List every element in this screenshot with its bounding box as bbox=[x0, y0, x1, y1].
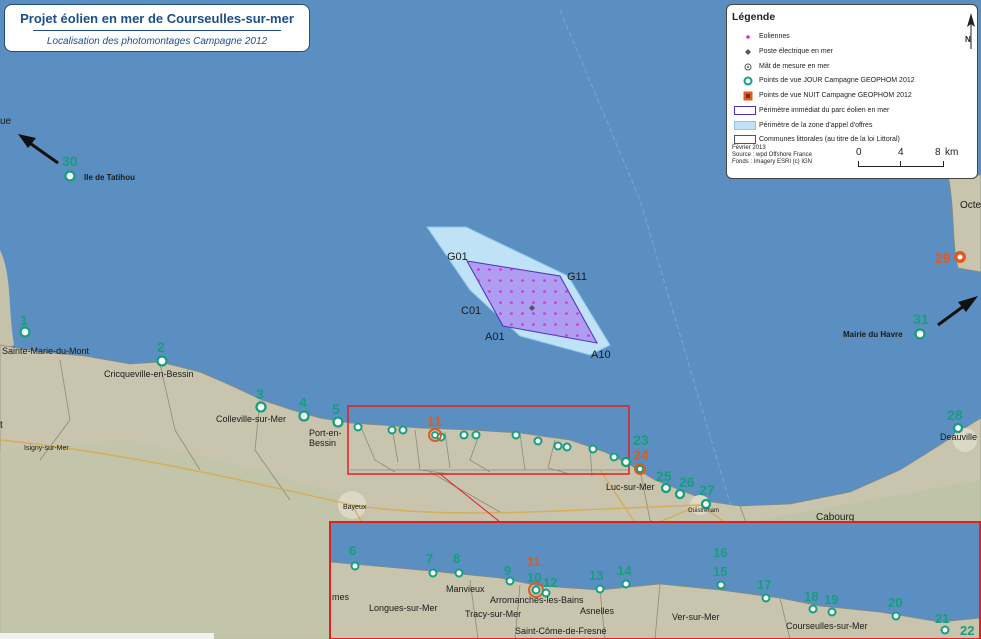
inset-town-courseulles: Courseulles-sur-Mer bbox=[786, 621, 868, 631]
inset-town-ver: Ver-sur-Mer bbox=[672, 612, 720, 622]
legend-source: Février 2013 Source : wpd Offshore Franc… bbox=[732, 145, 813, 165]
town-octeville: Octe bbox=[960, 200, 981, 211]
legend-panel: Légende N Eoliennes Poste électrique en … bbox=[726, 4, 978, 179]
cut-label-west: ue bbox=[0, 116, 12, 127]
svg-text:Ile de Tatihou: Ile de Tatihou bbox=[84, 173, 135, 182]
legend-item-substation: Poste électrique en mer bbox=[759, 48, 833, 55]
svg-text:Sainte-Marie-du-Mont: Sainte-Marie-du-Mont bbox=[2, 346, 90, 356]
svg-text:Colleville-sur-Mer: Colleville-sur-Mer bbox=[216, 414, 286, 424]
svg-text:Cricqueville-en-Bessin: Cricqueville-en-Bessin bbox=[104, 369, 194, 379]
inset-point-22: 22 bbox=[960, 623, 974, 638]
svg-text:19: 19 bbox=[824, 592, 838, 607]
inset-town-tracy: Tracy-sur-Mer bbox=[465, 609, 521, 619]
svg-text:13: 13 bbox=[589, 568, 603, 583]
svg-text:1: 1 bbox=[20, 312, 28, 328]
inset-point-16: 16 bbox=[713, 545, 727, 560]
svg-text:28: 28 bbox=[947, 407, 963, 423]
legend-item-mast: Mât de mesure en mer bbox=[759, 63, 830, 70]
title-divider bbox=[33, 30, 281, 31]
svg-text:Ouistreham: Ouistreham bbox=[688, 508, 719, 514]
day-viewpoint-legend-icon bbox=[743, 76, 753, 86]
inset-map: 6 7 8 9 10 11 12 13 14 15 16 17 18 19 20… bbox=[329, 521, 981, 639]
svg-text:26: 26 bbox=[679, 474, 695, 490]
communes-legend-swatch bbox=[734, 135, 756, 144]
svg-text:18: 18 bbox=[804, 589, 818, 604]
svg-text:9: 9 bbox=[504, 563, 511, 578]
turbine-legend-icon bbox=[746, 35, 750, 39]
inset-town-asnelles: Asnelles bbox=[580, 606, 615, 616]
inset-town-arromanches: Arromanches-les-Bains bbox=[490, 595, 584, 605]
north-label: N bbox=[965, 35, 971, 44]
svg-text:31: 31 bbox=[913, 311, 929, 327]
svg-text:8: 8 bbox=[453, 551, 460, 566]
inset-town-cut: mes bbox=[332, 592, 350, 602]
town-bayeux: Bayeux bbox=[343, 504, 367, 511]
inset-town-manvieux: Manvieux bbox=[446, 584, 485, 594]
svg-text:11: 11 bbox=[427, 413, 442, 429]
north-arrow-icon bbox=[965, 11, 977, 53]
inset-town-saint-come: Saint-Côme-de-Fresné bbox=[515, 626, 607, 636]
svg-text:11: 11 bbox=[527, 554, 541, 569]
svg-text:6: 6 bbox=[349, 543, 356, 558]
cut-label-west-2: t bbox=[0, 420, 3, 431]
footer-strip bbox=[0, 633, 214, 639]
map-subtitle: Localisation des photomontages Campagne … bbox=[46, 36, 268, 47]
perimeter-legend-swatch bbox=[734, 106, 756, 115]
map-title: Projet éolien en mer de Courseulles-sur-… bbox=[20, 11, 294, 26]
legend-item-night-viewpoint: Points de vue NUIT Campagne GEOPHOM 2012 bbox=[759, 92, 912, 99]
town-isigny: Isigny-sur-Mer bbox=[24, 445, 69, 452]
svg-text:14: 14 bbox=[617, 563, 632, 578]
viewpoint-11: 11 bbox=[427, 413, 442, 442]
svg-text:21: 21 bbox=[935, 611, 949, 626]
svg-text:3: 3 bbox=[256, 386, 264, 402]
svg-text:12: 12 bbox=[543, 575, 557, 590]
svg-text:4: 4 bbox=[299, 394, 307, 410]
svg-text:29: 29 bbox=[935, 250, 951, 266]
svg-text:7: 7 bbox=[426, 551, 433, 566]
farm-label-c01: C01 bbox=[461, 305, 481, 317]
farm-label-a01: A01 bbox=[485, 331, 505, 343]
mast-legend-icon bbox=[744, 63, 752, 71]
svg-text:Mairie du Havre: Mairie du Havre bbox=[843, 330, 903, 339]
svg-text:Luc-sur-Mer: Luc-sur-Mer bbox=[606, 482, 655, 492]
farm-label-g11: G11 bbox=[567, 271, 587, 283]
legend-item-zone: Périmètre de la zone d'appel d'offres bbox=[759, 122, 873, 129]
svg-text:2: 2 bbox=[157, 339, 165, 355]
inset-town-longues: Longues-sur-Mer bbox=[369, 603, 438, 613]
legend-item-turbines: Eoliennes bbox=[759, 33, 790, 40]
svg-text:17: 17 bbox=[757, 577, 771, 592]
svg-text:Deauville: Deauville bbox=[940, 432, 977, 442]
svg-text:22: 22 bbox=[960, 623, 974, 638]
svg-text:30: 30 bbox=[62, 153, 78, 169]
svg-text:15: 15 bbox=[713, 564, 727, 579]
substation-legend-icon bbox=[745, 49, 751, 55]
legend-item-day-viewpoint: Points de vue JOUR Campagne GEOPHOM 2012 bbox=[759, 77, 915, 84]
svg-text:25: 25 bbox=[656, 468, 672, 484]
farm-label-g01: G01 bbox=[447, 251, 468, 263]
zone-legend-swatch bbox=[734, 121, 756, 130]
map-title-box: Projet éolien en mer de Courseulles-sur-… bbox=[4, 4, 310, 52]
svg-text:24: 24 bbox=[633, 447, 649, 463]
svg-text:20: 20 bbox=[888, 595, 902, 610]
svg-text:27: 27 bbox=[699, 482, 715, 498]
legend-item-perimeter: Périmètre immédiat du parc éolien en mer bbox=[759, 107, 890, 114]
night-viewpoint-legend-icon bbox=[743, 91, 753, 101]
legend-heading: Légende bbox=[732, 11, 776, 23]
svg-text:5: 5 bbox=[332, 401, 340, 417]
svg-text:16: 16 bbox=[713, 545, 727, 560]
svg-text:23: 23 bbox=[633, 432, 649, 448]
legend-item-communes: Communes littorales (au titre de la loi … bbox=[759, 136, 900, 143]
farm-label-a10: A10 bbox=[591, 349, 611, 361]
